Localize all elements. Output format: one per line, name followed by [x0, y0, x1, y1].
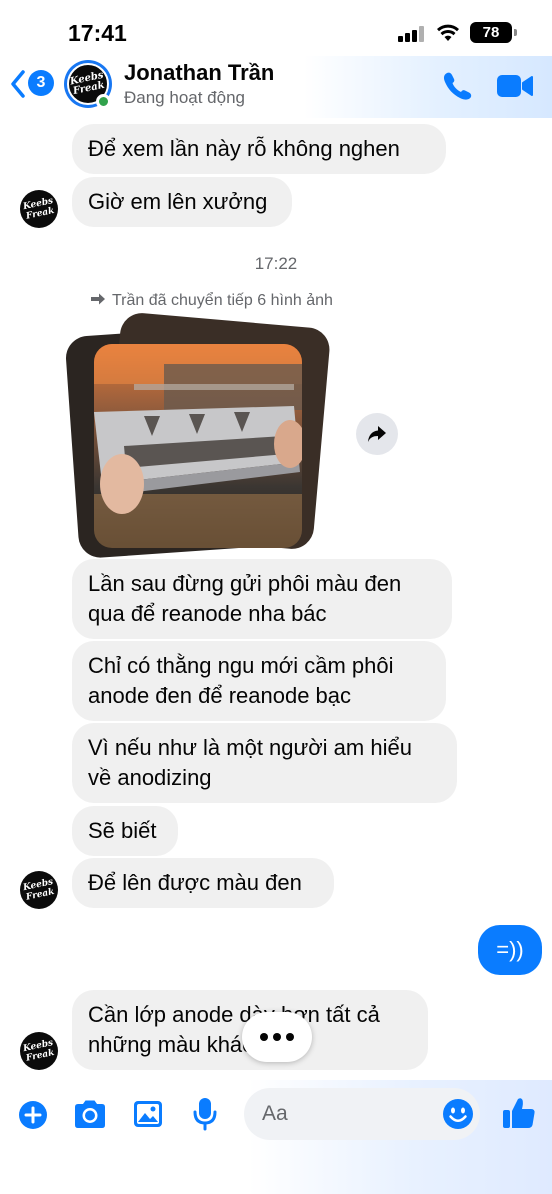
message-bubble[interactable]: Chỉ có thằng ngu mới cầm phôi anode đen … [72, 641, 446, 721]
aluminum-part-image [94, 344, 302, 548]
outgoing-message-bubble[interactable]: =)) [478, 925, 542, 975]
microphone-icon[interactable] [192, 1097, 218, 1131]
sender-avatar[interactable]: Keebs Freak [20, 1032, 58, 1070]
camera-icon[interactable] [72, 1099, 108, 1129]
message-bubble[interactable]: Lần sau đừng gửi phôi màu đen qua để rea… [72, 559, 452, 639]
message-bubble[interactable]: Để lên được màu đen [72, 858, 334, 908]
chevron-left-icon [11, 70, 25, 98]
plus-circle-icon[interactable] [18, 1100, 48, 1130]
message-bubble[interactable]: Sẽ biết [72, 806, 178, 856]
message-bubble[interactable]: Vì nếu như là một người am hiểu về anodi… [72, 723, 457, 803]
sender-avatar[interactable]: Keebs Freak [20, 871, 58, 909]
message-bubble[interactable]: Giờ em lên xưởng [72, 177, 292, 227]
smiley-icon[interactable] [442, 1098, 474, 1130]
message-timestamp: 17:22 [254, 254, 298, 273]
message-bubble[interactable]: Để xem lần này rỗ không nghen [72, 124, 446, 174]
back-button[interactable]: 3 [8, 66, 54, 102]
unread-badge: 3 [28, 70, 54, 96]
forward-arrow-icon [91, 293, 105, 305]
forwarded-image-stack[interactable] [64, 311, 332, 560]
status-time: 17:41 [68, 20, 127, 46]
image-icon[interactable] [132, 1099, 164, 1129]
signal-icon [398, 26, 426, 42]
sender-avatar[interactable]: Keebs Freak [20, 190, 58, 228]
workshop-photo[interactable] [94, 344, 302, 548]
status-bar: 17:41 78 [0, 0, 552, 60]
contact-status: Đang hoạt động [124, 88, 245, 107]
forward-note: Trần đã chuyển tiếp 6 hình ảnh [90, 292, 333, 310]
video-camera-icon[interactable] [496, 72, 534, 100]
share-button[interactable] [356, 413, 398, 455]
typing-indicator [242, 1012, 312, 1062]
contact-name[interactable]: Jonathan Trần [124, 60, 274, 86]
wifi-icon [437, 24, 459, 41]
thumbs-up-icon[interactable] [502, 1096, 536, 1130]
battery-icon: 78 [470, 22, 517, 43]
message-composer [0, 1080, 552, 1194]
chat-header: 3 Keebs Freak Jonathan Trần Đang hoạt độn… [0, 56, 552, 118]
phone-icon[interactable] [440, 70, 474, 100]
online-indicator [96, 94, 111, 109]
share-arrow-icon [368, 426, 386, 442]
